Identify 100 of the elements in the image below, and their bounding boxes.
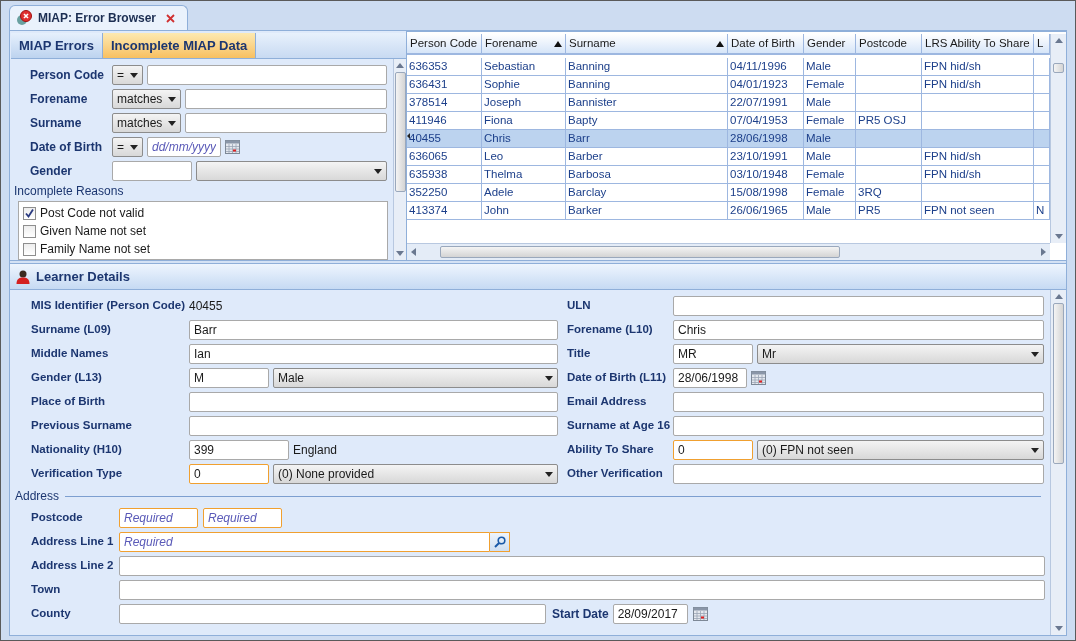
calendar-icon[interactable] — [692, 607, 708, 621]
column-header[interactable]: Date of Birth — [728, 34, 804, 53]
dropdown[interactable] — [196, 161, 387, 181]
field-label: Email Address — [567, 394, 648, 410]
column-header[interactable]: Postcode — [856, 34, 922, 53]
column-header[interactable]: Gender — [804, 34, 856, 53]
dropdown[interactable]: = — [112, 137, 143, 157]
table-cell: FPN not seen — [922, 202, 1034, 220]
document-tab[interactable]: MIAP: Error Browser — [9, 5, 188, 30]
column-header[interactable]: Person Code — [407, 34, 482, 53]
horizontal-scrollbar[interactable] — [407, 243, 1050, 260]
text-field[interactable]: Ian — [189, 344, 558, 364]
text-field[interactable]: Barr — [189, 320, 558, 340]
table-row[interactable]: 411946 Fiona Bapty 07/04/1953 Female PR5 OSJ — [407, 112, 1050, 130]
field-label: MIS Identifier (Person Code) — [31, 298, 186, 314]
column-header[interactable]: LRS Ability To Share — [922, 34, 1034, 53]
filter-label: Forename — [29, 91, 89, 108]
dropdown[interactable]: matches — [112, 89, 182, 109]
scrollbar-thumb[interactable] — [440, 246, 840, 258]
scroll-down-icon[interactable] — [1054, 234, 1063, 239]
table-row[interactable]: 352250 Adele Barclay 15/08/1998 Female 3RQ — [407, 184, 1050, 202]
text-field[interactable]: Chris — [673, 320, 1044, 340]
text-field[interactable] — [189, 392, 558, 412]
column-header[interactable]: Surname — [566, 34, 728, 53]
checkbox[interactable] — [23, 206, 36, 220]
field-label: Gender (L13) — [31, 370, 103, 386]
table-cell: John — [482, 202, 566, 220]
field-label: Verification Type — [31, 466, 124, 482]
scrollbar-thumb[interactable] — [1053, 303, 1064, 464]
table-row[interactable]: 636353 Sebastian Banning 04/11/1996 Male FPN hid/sh — [407, 58, 1050, 76]
text-field[interactable] — [119, 604, 546, 624]
field-label: Surname at Age 16 — [567, 418, 672, 434]
scroll-up-icon[interactable] — [1054, 38, 1063, 43]
table-cell: 26/06/1965 — [728, 202, 804, 220]
calendar-icon[interactable] — [225, 140, 240, 154]
dropdown[interactable]: Mr — [757, 344, 1044, 364]
text-field[interactable]: 28/09/2017 — [612, 604, 688, 624]
text-field[interactable] — [112, 161, 192, 181]
close-icon[interactable] — [166, 13, 176, 23]
view-tab[interactable]: MIAP Errors — [11, 33, 103, 58]
scroll-down-icon[interactable] — [1054, 626, 1063, 631]
dropdown[interactable]: (0) None provided — [273, 464, 558, 484]
field-label: Place of Birth — [31, 394, 107, 410]
scroll-up-icon[interactable] — [396, 63, 404, 68]
text-field[interactable] — [185, 113, 387, 133]
text-field[interactable]: dd/mm/yyyy — [147, 137, 221, 157]
group-label: Address — [15, 488, 60, 505]
dropdown[interactable]: Male — [273, 368, 558, 388]
text-field[interactable] — [147, 65, 387, 85]
text-field[interactable] — [673, 416, 1044, 436]
scroll-right-icon[interactable] — [1041, 248, 1046, 256]
text-field[interactable]: Required — [119, 508, 198, 528]
table-row[interactable]: 636065 Leo Barber 23/10/1991 Male FPN hid/sh — [407, 148, 1050, 166]
checkbox-label: Given Name not set — [40, 223, 147, 240]
field-label: Other Verification — [567, 466, 664, 482]
calendar-icon[interactable] — [751, 371, 766, 385]
text-field[interactable]: M — [189, 368, 269, 388]
table-row[interactable]: 40455 Chris Barr 28/06/1998 Male — [407, 130, 1050, 148]
scrollbar-thumb[interactable] — [1053, 63, 1064, 73]
text-field[interactable] — [673, 392, 1044, 412]
text-field[interactable] — [185, 89, 387, 109]
dropdown-arrow-icon — [1031, 351, 1039, 357]
text-field[interactable]: 0 — [673, 440, 753, 460]
field-value: England — [293, 442, 338, 459]
table-row[interactable]: 635938 Thelma Barbosa 03/10/1948 Female FPN hid/sh — [407, 166, 1050, 184]
vertical-scrollbar[interactable] — [1050, 290, 1066, 635]
checkbox[interactable] — [23, 242, 36, 256]
text-field[interactable]: Required — [119, 532, 490, 552]
table-row[interactable]: 378514 Joseph Bannister 22/07/1991 Male — [407, 94, 1050, 112]
field-label: Nationality (H10) — [31, 442, 123, 458]
table-row[interactable]: 413374 John Barker 26/06/1965 Male PR5 FPN not seen N — [407, 202, 1050, 220]
search-icon — [493, 536, 506, 548]
vertical-scrollbar[interactable] — [393, 59, 406, 260]
text-field[interactable] — [673, 464, 1044, 484]
scroll-down-icon[interactable] — [396, 251, 404, 256]
text-field[interactable]: 0 — [189, 464, 269, 484]
view-tab[interactable]: Incomplete MIAP Data — [102, 33, 257, 58]
scrollbar-thumb[interactable] — [394, 72, 406, 192]
scroll-left-icon[interactable] — [411, 248, 416, 256]
scroll-up-icon[interactable] — [1054, 294, 1063, 299]
text-field[interactable]: 399 — [189, 440, 289, 460]
search-button[interactable] — [490, 532, 510, 552]
tab-title: MIAP: Error Browser — [38, 10, 157, 27]
column-header[interactable]: Forename — [482, 34, 566, 53]
dropdown[interactable]: matches — [112, 113, 182, 133]
text-field[interactable] — [673, 296, 1044, 316]
text-field[interactable] — [119, 556, 1045, 576]
check-icon — [25, 208, 34, 218]
dropdown[interactable]: (0) FPN not seen — [757, 440, 1044, 460]
field-label: Date of Birth (L11) — [567, 370, 668, 386]
checkbox[interactable] — [23, 224, 36, 238]
text-field[interactable] — [189, 416, 558, 436]
table-cell: Barker — [566, 202, 728, 220]
dropdown[interactable]: = — [112, 65, 143, 85]
vertical-scrollbar[interactable] — [1050, 34, 1066, 243]
text-field[interactable]: Required — [203, 508, 282, 528]
text-field[interactable]: 28/06/1998 — [673, 368, 747, 388]
text-field[interactable]: MR — [673, 344, 753, 364]
text-field[interactable] — [119, 580, 1045, 600]
table-row[interactable]: 636431 Sophie Banning 04/01/1923 Female FPN hid/sh — [407, 76, 1050, 94]
